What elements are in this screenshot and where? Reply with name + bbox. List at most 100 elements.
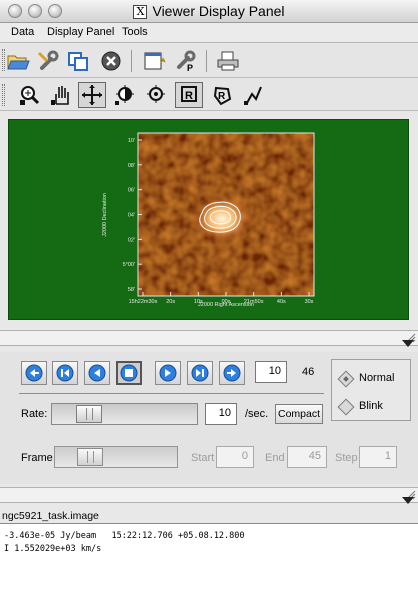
- svg-text:R: R: [218, 91, 226, 102]
- to-end-icon: [191, 364, 209, 382]
- position-tool-button[interactable]: [142, 82, 170, 108]
- normal-mode-label[interactable]: Normal: [359, 372, 394, 384]
- frame-slider-thumb[interactable]: [77, 448, 103, 466]
- open-folder-icon: [7, 55, 30, 70]
- contrast-tool-button[interactable]: [111, 82, 139, 108]
- tracking-image-name: ngc5921_task.image: [2, 510, 99, 522]
- print-setup-icon: P: [177, 50, 196, 72]
- window-title: Viewer Display Panel: [152, 3, 285, 19]
- close-panel-button[interactable]: [97, 48, 125, 74]
- polygon-region-icon: R: [213, 86, 232, 106]
- to-start-button[interactable]: [52, 361, 78, 385]
- toolbar-separator: [206, 50, 207, 72]
- zoom-tool-button[interactable]: [16, 82, 44, 108]
- x11-icon: X: [133, 5, 148, 19]
- compact-button[interactable]: Compact: [275, 404, 323, 424]
- menu-display-panel[interactable]: Display Panel: [47, 26, 114, 38]
- panel-collapse-arrow-icon[interactable]: [402, 497, 414, 504]
- display-canvas[interactable]: 10' 08' 06' 04' 02' 5°00' 58' 15h22m30s 20s 10s 0…: [8, 119, 409, 320]
- menu-tools[interactable]: Tools: [122, 26, 148, 38]
- stop-icon: [120, 364, 138, 382]
- crosshair-tool-button[interactable]: [78, 82, 106, 108]
- animation-mode-group: Normal Blink: [331, 359, 411, 421]
- x-axis-label: J2000 Right Ascension: [198, 302, 254, 308]
- window-title-wrap: X Viewer Display Panel: [0, 3, 418, 19]
- end-field[interactable]: 45: [287, 446, 327, 468]
- adjust-button[interactable]: [34, 48, 62, 74]
- menu-bar: Data Display Panel Tools: [0, 23, 418, 43]
- play-icon: [159, 364, 177, 382]
- step-label: Step: [335, 452, 358, 464]
- tracking-line-1: -3.463e-05 Jy/beam 15:22:12.706 +05.08.1…: [4, 531, 245, 541]
- pan-icon: [51, 86, 69, 105]
- rate-slider[interactable]: [51, 403, 198, 425]
- stop-button[interactable]: [116, 361, 142, 385]
- rewind-icon: [25, 364, 43, 382]
- rectangle-region-tool-button[interactable]: R: [175, 82, 203, 108]
- menu-data[interactable]: Data: [11, 26, 34, 38]
- y-tick-label: 5°00': [123, 262, 135, 268]
- rate-slider-thumb[interactable]: [76, 405, 102, 423]
- panel-collapse-arrow-icon[interactable]: [402, 340, 414, 347]
- x-tick-label: 15h22m30s: [129, 299, 158, 305]
- new-display-button[interactable]: [141, 48, 169, 74]
- rate-field[interactable]: 10: [205, 403, 237, 425]
- svg-text:P: P: [187, 63, 193, 72]
- y-tick-label: 02': [128, 237, 135, 243]
- zoom-icon: [20, 86, 40, 105]
- x-tick-label: 40s: [277, 299, 286, 305]
- blink-mode-radio[interactable]: [337, 398, 355, 416]
- polyline-tool-button[interactable]: [240, 82, 268, 108]
- rewind-button[interactable]: [21, 361, 47, 385]
- mouse-tools-toolbar: R R: [0, 79, 418, 111]
- frame-number-field[interactable]: 10: [255, 361, 287, 383]
- y-axis-label: J2000 Declination: [102, 193, 108, 237]
- y-tick-label: 10': [128, 138, 135, 144]
- image-plot[interactable]: 10'08'06'04'02'5°00'58' 15h22m30s 20s 10s 0…: [9, 120, 410, 321]
- step-field[interactable]: 1: [359, 446, 397, 468]
- open-data-button[interactable]: [4, 48, 32, 74]
- canvas-horizontal-scrollbar[interactable]: [0, 330, 418, 346]
- tracking-text-area[interactable]: -3.463e-05 Jy/beam 15:22:12.706 +05.08.1…: [0, 523, 418, 607]
- new-display-icon: [144, 52, 166, 70]
- fast-forward-button[interactable]: [219, 361, 245, 385]
- start-field[interactable]: 0: [216, 446, 254, 468]
- step-back-icon: [88, 364, 106, 382]
- print-button[interactable]: [214, 48, 242, 74]
- svg-text:R: R: [185, 90, 193, 102]
- rectangle-region-icon: R: [181, 86, 197, 102]
- blink-mode-label[interactable]: Blink: [359, 400, 383, 412]
- start-label: Start: [191, 452, 215, 464]
- y-tick-label: 06': [128, 188, 135, 194]
- viewer-window: X Viewer Display Panel Data Display Panel…: [0, 0, 418, 607]
- frame-label: Frame: [21, 452, 53, 464]
- printer-icon: [217, 51, 239, 71]
- normal-mode-radio[interactable]: [337, 370, 355, 388]
- frame-slider[interactable]: [54, 446, 178, 468]
- toolbar-separator: [131, 50, 132, 72]
- copy-panel-icon: [68, 52, 88, 71]
- pan-tool-button[interactable]: [47, 82, 75, 108]
- play-button[interactable]: [155, 361, 181, 385]
- position-icon: [147, 85, 165, 103]
- title-bar: X Viewer Display Panel: [0, 0, 418, 23]
- toolbar-grip[interactable]: [2, 84, 5, 106]
- to-start-icon: [56, 364, 74, 382]
- print-setup-button[interactable]: P: [172, 48, 200, 74]
- y-tick-label: 04': [128, 213, 135, 219]
- rate-label: Rate:: [21, 408, 48, 420]
- new-panel-button[interactable]: [64, 48, 92, 74]
- polygon-region-tool-button[interactable]: R: [208, 82, 236, 108]
- polyline-icon: [244, 86, 262, 105]
- step-back-button[interactable]: [84, 361, 110, 385]
- y-tick-label: 08': [128, 163, 135, 169]
- close-panel-icon: [101, 51, 121, 71]
- to-end-button[interactable]: [187, 361, 213, 385]
- divider: [19, 393, 324, 394]
- y-tick-label: 58': [128, 287, 135, 293]
- end-label: End: [265, 452, 285, 464]
- contrast-icon: [115, 85, 134, 105]
- tracking-line-2: I 1.552029e+03 km/s: [4, 544, 102, 554]
- fast-forward-icon: [223, 364, 241, 382]
- animator-horizontal-scrollbar[interactable]: [0, 487, 418, 503]
